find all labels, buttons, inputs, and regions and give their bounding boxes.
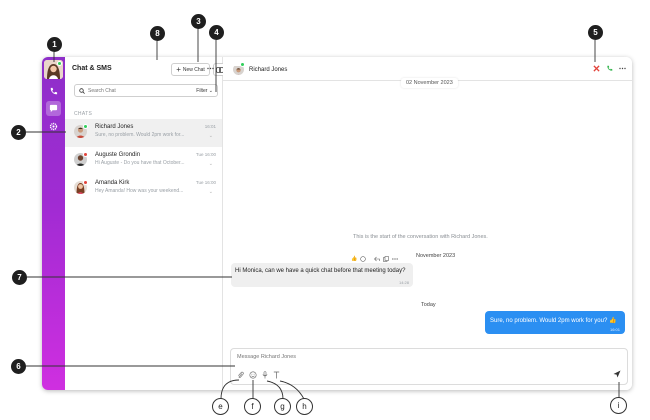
contact-status-dot [83,152,88,157]
header-actions [593,65,626,72]
outgoing-message-text: Sure, no problem. Would 2pm work for you… [490,318,617,324]
search-icon [79,87,85,94]
filter-label: Filter [196,87,208,94]
composer-tools [237,371,280,379]
filter-dropdown[interactable]: Filter ⌄ [196,88,213,94]
nav-rail [42,57,65,390]
plus-icon: + [176,64,181,74]
chevron-down-icon[interactable]: ⌄ [209,189,213,195]
contact-portrait-richard [233,66,244,75]
last-message-preview: Hi Auguste - Do you have that October... [95,160,185,166]
text-format-icon[interactable] [273,371,280,379]
phone-icon [50,87,58,95]
callout-f: f [244,398,261,415]
outgoing-message-time: 16:01 [609,327,620,332]
search-bar: Filter ⌄ [74,84,218,97]
last-message-time: Tue 16:00 [195,152,216,157]
callout-7: 7 [12,270,27,285]
chevron-down-icon[interactable]: ⌄ [209,161,213,167]
app-window: Chat & SMS + New Chat Filter ⌄ CHATS [42,57,632,390]
emoji-icon[interactable] [360,256,366,262]
callout-8: 8 [150,26,165,41]
callout-6: 6 [11,359,26,374]
chat-bubble-icon [49,104,58,113]
incoming-message-text: Hi Monica, can we have a quick chat befo… [235,268,406,274]
gear-icon [49,122,58,131]
reply-icon[interactable] [374,256,381,262]
callout-1: 1 [47,37,62,52]
last-message-time: Tue 16:00 [195,180,216,185]
message-composer [230,348,628,385]
callout-e: e [212,398,229,415]
header-status-dot [240,62,245,67]
callout-2: 2 [11,125,26,140]
outgoing-message[interactable]: Sure, no problem. Would 2pm work for you… [485,311,625,334]
incoming-message-time: 14:28 [398,280,409,285]
chat-list-item[interactable]: Amanda Kirk Hey Amanda! How was your wee… [65,175,222,203]
attach-icon[interactable] [237,371,244,379]
new-chat-button[interactable]: + New Chat [171,63,210,76]
chevron-down-icon[interactable]: ⌄ [209,133,213,139]
chat-list-panel: Chat & SMS + New Chat Filter ⌄ CHATS [65,57,226,390]
emoji-icon[interactable] [249,371,257,379]
date-separator: 02 November 2023 [401,78,458,88]
chat-list-item[interactable]: Auguste Grondin Hi Auguste - Do you have… [65,147,222,175]
rail-calls-button[interactable] [46,84,61,99]
user-avatar[interactable] [44,60,63,79]
message-input[interactable] [237,354,537,360]
rail-chat-button[interactable] [46,101,61,116]
panel-title: Chat & SMS [72,65,112,72]
callout-4: 4 [209,25,224,40]
last-message-preview: Hey Amanda! How was your weekend... [95,188,184,194]
conversation-start-note: This is the start of the conversation wi… [353,234,488,240]
date-separator: November 2023 [416,253,456,259]
rail-settings-button[interactable] [46,119,61,134]
contact-name: Richard Jones [95,124,134,130]
chats-section-label: CHATS [74,111,93,117]
callout-3: 3 [191,14,206,29]
contact-name: Amanda Kirk [95,180,130,186]
contact-name: Auguste Grondin [95,152,141,158]
user-status-dot [57,61,62,66]
incoming-message[interactable]: Hi Monica, can we have a quick chat befo… [231,263,413,287]
last-message-time: 16:01 [204,124,216,129]
callout-i: i [610,397,627,414]
more-icon[interactable] [207,67,214,70]
copy-icon[interactable] [383,256,390,262]
annotated-screenshot: Chat & SMS + New Chat Filter ⌄ CHATS [0,0,650,420]
callout-5: 5 [588,25,603,40]
search-input[interactable] [88,87,168,94]
last-message-preview: Sure, no problem. Would 2pm work for... [95,132,185,138]
new-chat-label: New Chat [182,66,205,73]
message-actions: 👍 [351,256,398,262]
send-icon[interactable] [613,370,621,378]
date-separator: Today [421,302,436,308]
thumbs-up-icon[interactable]: 👍 [351,256,357,262]
mic-icon[interactable] [262,371,268,379]
chevron-down-icon: ⌄ [208,87,213,94]
conversation-pane: Richard Jones 02 November 2023 This is t… [223,57,632,390]
callout-h: h [296,398,313,415]
chat-list-item[interactable]: Richard Jones Sure, no problem. Would 2p… [65,119,222,147]
contact-status-dot [83,124,88,129]
callout-g: g [274,398,291,415]
header-contact-name: Richard Jones [249,67,288,73]
contact-status-dot [83,180,88,185]
close-icon[interactable] [593,65,600,72]
more-icon[interactable] [392,258,398,260]
more-icon[interactable] [619,67,626,70]
phone-icon[interactable] [606,65,613,72]
